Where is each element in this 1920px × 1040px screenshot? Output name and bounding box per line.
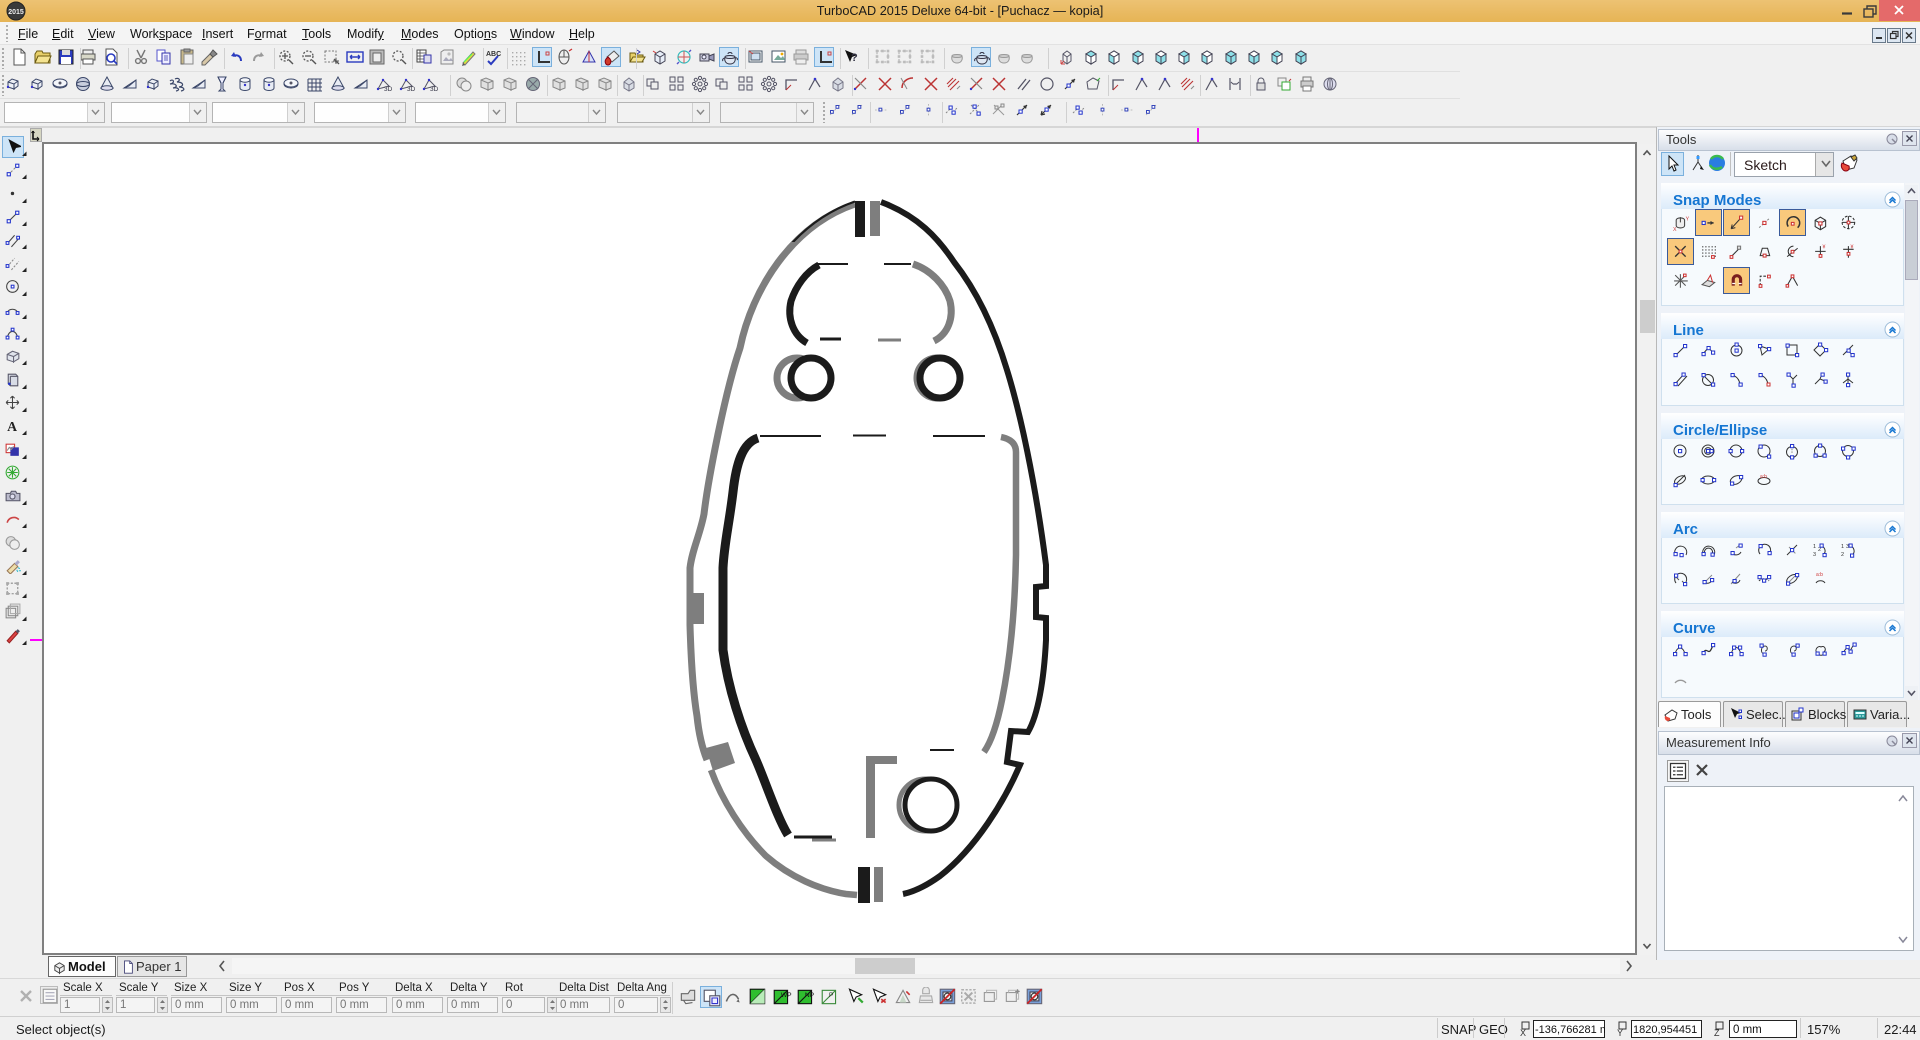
svg-text:a:b: a:b	[1760, 474, 1767, 480]
svg-text:NP: NP	[805, 992, 815, 999]
svg-text:2: 2	[1841, 552, 1844, 558]
svg-text:X: X	[1520, 1028, 1526, 1038]
svg-text:3D: 3D	[407, 86, 416, 93]
svg-text:3D: 3D	[384, 86, 393, 93]
svg-text:1: 1	[1813, 544, 1816, 550]
svg-text:Y: Y	[1686, 216, 1689, 222]
svg-text:ABC: ABC	[486, 51, 501, 58]
svg-text:A: A	[7, 419, 17, 434]
svg-text:¥: ¥	[1823, 244, 1826, 250]
svg-text:P: P	[829, 992, 834, 999]
svg-text:¥: ¥	[1851, 244, 1854, 250]
svg-text:2: 2	[1818, 547, 1821, 553]
svg-text:2015: 2015	[8, 9, 24, 16]
svg-text:X: X	[1673, 227, 1677, 231]
svg-text:3D: 3D	[430, 86, 439, 93]
svg-text:1: 1	[1841, 544, 1844, 550]
svg-text:Y: Y	[1617, 1028, 1623, 1038]
svg-text:?: ?	[851, 52, 858, 64]
svg-text:3: 3	[1813, 552, 1816, 558]
svg-text:Z: Z	[1714, 1028, 1720, 1038]
svg-text:WP: WP	[781, 992, 792, 999]
svg-text:a:b: a:b	[1816, 572, 1823, 578]
